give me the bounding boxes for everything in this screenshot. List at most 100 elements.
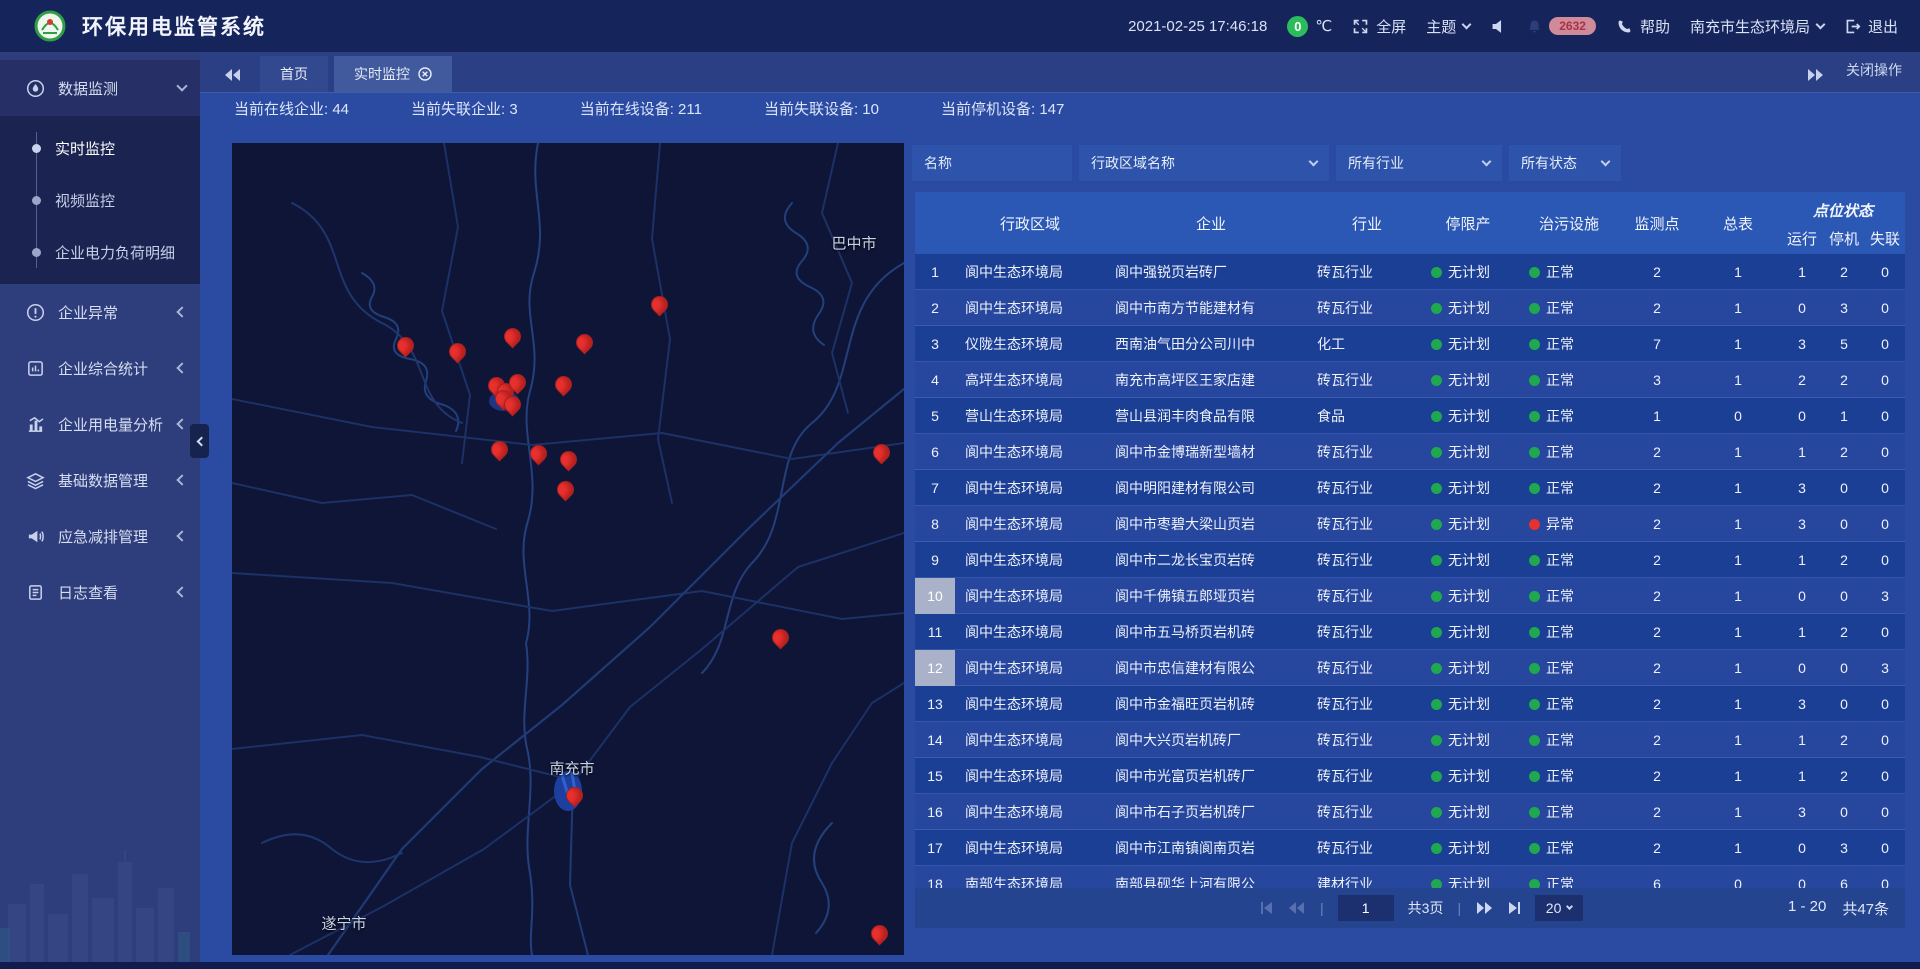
notifications[interactable]: 2632	[1527, 17, 1596, 35]
table-row-4[interactable]: 4高坪生态环境局南充市高坪区王家店建砖瓦行业无计划正常31220	[915, 362, 1905, 398]
table-row-6[interactable]: 6阆中生态环境局阆中市金博瑞新型墙材砖瓦行业无计划正常21120	[915, 434, 1905, 470]
cell-company: 南部县砚华上河有限公	[1105, 874, 1317, 888]
row-number: 3	[915, 326, 955, 362]
table-row-3[interactable]: 3仪陇生态环境局西南油气田分公司川中化工无计划正常71350	[915, 326, 1905, 362]
table-row-17[interactable]: 17阆中生态环境局阆中市江南镇阆南页岩砖瓦行业无计划正常21030	[915, 830, 1905, 866]
map-canvas[interactable]: 巴中市南充市遂宁市	[232, 143, 904, 955]
cell-offline: 0	[1865, 300, 1905, 316]
bottom-edge	[0, 962, 1920, 969]
cell-company: 阆中市石子页岩机砖厂	[1105, 802, 1317, 822]
table-row-11[interactable]: 11阆中生态环境局阆中市五马桥页岩机砖砖瓦行业无计划正常21120	[915, 614, 1905, 650]
sidebar-item-0[interactable]: 数据监测	[0, 60, 200, 116]
table-row-13[interactable]: 13阆中生态环境局阆中市金福旺页岩机砖砖瓦行业无计划正常21300	[915, 686, 1905, 722]
name-filter-input[interactable]	[912, 145, 1072, 181]
status-dot-green	[1431, 303, 1442, 314]
cell-points: 2	[1619, 588, 1695, 604]
fullscreen-button[interactable]: 全屏	[1352, 16, 1406, 37]
cell-offline: 0	[1865, 840, 1905, 856]
org-dropdown[interactable]: 南充市生态环境局	[1690, 16, 1824, 37]
table-row-18[interactable]: 18南部生态环境局南部县砚华上河有限公建材行业无计划正常60060	[915, 866, 1905, 888]
status-filter-select[interactable]: 所有状态	[1509, 145, 1621, 181]
table-row-5[interactable]: 5营山生态环境局营山县润丰肉食品有限食品无计划正常10010	[915, 398, 1905, 434]
cell-run: 3	[1781, 804, 1823, 820]
theme-dropdown[interactable]: 主题	[1426, 16, 1470, 37]
sidebar-item-5[interactable]: 应急减排管理	[0, 508, 200, 564]
cell-meters: 1	[1695, 480, 1781, 496]
sidebar-subitem-0-2[interactable]: 企业电力负荷明细	[0, 226, 200, 278]
sidebar-item-1[interactable]: 企业异常	[0, 284, 200, 340]
cell-points: 2	[1619, 696, 1695, 712]
chevron-down-icon	[176, 80, 187, 91]
sidebar-item-6[interactable]: 日志查看	[0, 564, 200, 620]
cell-facility: 异常	[1519, 514, 1619, 534]
cell-district: 营山生态环境局	[955, 406, 1105, 426]
industry-filter-select[interactable]: 所有行业	[1336, 145, 1502, 181]
logout-button[interactable]: 退出	[1844, 16, 1898, 37]
cell-district: 阆中生态环境局	[955, 550, 1105, 570]
prev-page-button[interactable]	[1288, 901, 1306, 915]
page-number-input[interactable]	[1338, 895, 1394, 921]
stat-item-1: 当前失联企业: 3	[411, 98, 518, 119]
col-points: 监测点	[1619, 213, 1695, 234]
cell-company: 阆中市枣碧大梁山页岩	[1105, 514, 1317, 534]
last-page-button[interactable]	[1507, 901, 1521, 915]
sidebar-subitem-0-1[interactable]: 视频监控	[0, 174, 200, 226]
sidebar-collapse-button[interactable]	[190, 424, 209, 458]
row-number: 13	[915, 686, 955, 722]
tab-close-icon[interactable]	[418, 67, 432, 81]
table-row-9[interactable]: 9阆中生态环境局阆中市二龙长宝页岩砖砖瓦行业无计划正常21120	[915, 542, 1905, 578]
table-row-7[interactable]: 7阆中生态环境局阆中明阳建材有限公司砖瓦行业无计划正常21300	[915, 470, 1905, 506]
cell-district: 阆中生态环境局	[955, 298, 1105, 318]
cell-district: 阆中生态环境局	[955, 442, 1105, 462]
cell-facility: 正常	[1519, 406, 1619, 426]
cell-production: 无计划	[1417, 334, 1519, 354]
first-page-icon	[1260, 901, 1274, 915]
status-dot-green	[1529, 807, 1540, 818]
cell-production: 无计划	[1417, 874, 1519, 888]
log-icon	[26, 583, 45, 602]
chevron-left-icon	[176, 586, 187, 597]
close-operations-button[interactable]: 关闭操作	[1846, 60, 1902, 80]
tabs-scroll-left-button[interactable]	[224, 68, 242, 82]
sidebar-subitem-0-0[interactable]: 实时监控	[0, 122, 200, 174]
table-row-12[interactable]: 12阆中生态环境局阆中市忠信建材有限公砖瓦行业无计划正常21003	[915, 650, 1905, 686]
table-row-15[interactable]: 15阆中生态环境局阆中市光富页岩机砖厂砖瓦行业无计划正常21120	[915, 758, 1905, 794]
cell-meters: 1	[1695, 840, 1781, 856]
mute-button[interactable]	[1490, 18, 1507, 35]
page-size-select[interactable]: 20	[1535, 895, 1583, 921]
region-filter-select[interactable]: 行政区域名称	[1079, 145, 1329, 181]
tabs: 首页实时监控	[260, 56, 1806, 92]
cell-stop: 0	[1823, 480, 1865, 496]
cell-points: 2	[1619, 552, 1695, 568]
sidebar-item-4[interactable]: 基础数据管理	[0, 452, 200, 508]
first-page-button[interactable]	[1260, 901, 1274, 915]
sidebar-item-2[interactable]: 企业综合统计	[0, 340, 200, 396]
cell-run: 1	[1781, 624, 1823, 640]
status-dot-red	[1529, 519, 1540, 530]
cell-company: 阆中市金博瑞新型墙材	[1105, 442, 1317, 462]
cell-production: 无计划	[1417, 478, 1519, 498]
next-page-button[interactable]	[1475, 901, 1493, 915]
row-number: 17	[915, 830, 955, 866]
tabs-scroll-right-button[interactable]	[1806, 68, 1824, 82]
table-row-14[interactable]: 14阆中生态环境局阆中大兴页岩机砖厂砖瓦行业无计划正常21120	[915, 722, 1905, 758]
tab-1[interactable]: 实时监控	[334, 56, 452, 92]
status-dot-green	[1431, 771, 1442, 782]
table-row-10[interactable]: 10阆中生态环境局阆中千佛镇五郎垭页岩砖瓦行业无计划正常21003	[915, 578, 1905, 614]
last-page-icon	[1507, 901, 1521, 915]
tab-0[interactable]: 首页	[260, 56, 328, 92]
table-row-2[interactable]: 2阆中生态环境局阆中市南方节能建材有砖瓦行业无计划正常21030	[915, 290, 1905, 326]
status-dot-green	[1431, 267, 1442, 278]
app-title: 环保用电监管系统	[82, 11, 266, 41]
sidebar-item-3[interactable]: 企业用电量分析	[0, 396, 200, 452]
help-button[interactable]: 帮助	[1616, 16, 1670, 37]
table-row-16[interactable]: 16阆中生态环境局阆中市石子页岩机砖厂砖瓦行业无计划正常21300	[915, 794, 1905, 830]
cell-company: 营山县润丰肉食品有限	[1105, 406, 1317, 426]
cell-stop: 3	[1823, 840, 1865, 856]
cell-district: 高坪生态环境局	[955, 370, 1105, 390]
cell-meters: 1	[1695, 516, 1781, 532]
cell-facility: 正常	[1519, 370, 1619, 390]
table-row-1[interactable]: 1阆中生态环境局阆中强锐页岩砖厂砖瓦行业无计划正常21120	[915, 254, 1905, 290]
cell-production: 无计划	[1417, 370, 1519, 390]
table-row-8[interactable]: 8阆中生态环境局阆中市枣碧大梁山页岩砖瓦行业无计划异常21300	[915, 506, 1905, 542]
